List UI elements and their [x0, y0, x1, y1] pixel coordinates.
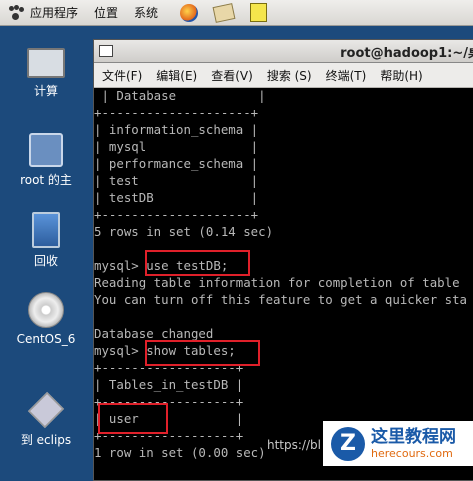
desktop-icon-home[interactable]: root 的主 [0, 133, 92, 188]
terminal-line: | testDB | [94, 190, 259, 205]
menu-edit[interactable]: 编辑(E) [156, 67, 197, 84]
terminal-line: +--------------------+ [94, 207, 259, 222]
menu-search[interactable]: 搜索 (S) [267, 67, 312, 84]
site-logo-icon: Z [331, 426, 365, 461]
window-icon[interactable] [99, 45, 113, 57]
menu-file[interactable]: 文件(F) [102, 67, 142, 84]
panel-menu-places[interactable]: 位置 [94, 4, 118, 21]
watermark-url: https://bl [267, 438, 321, 452]
eclipse-icon [27, 391, 65, 429]
window-titlebar[interactable]: root@hadoop1:~/桌面 [94, 40, 473, 63]
window-title: root@hadoop1:~/桌面 [340, 45, 473, 61]
site-badge: Z 这里教程网 herecours.com [323, 421, 473, 466]
desktop-icon-label: 到 eclips [20, 433, 72, 447]
desktop-icon-centos-disc[interactable]: CentOS_6 [0, 292, 92, 346]
highlight-user-table [98, 403, 168, 434]
terminal-line: | Database | [94, 88, 266, 103]
desktop-icon-trash[interactable]: 回收 [0, 212, 92, 269]
menu-terminal[interactable]: 终端(T) [326, 67, 367, 84]
terminal-line: | mysql | [94, 139, 259, 154]
desktop-icon-label: root 的主 [20, 173, 72, 187]
notes-icon[interactable] [250, 3, 268, 22]
terminal-line: Reading table information for completion… [94, 275, 460, 290]
desktop-icon-label: 计算 [33, 84, 58, 98]
firefox-icon[interactable] [180, 3, 199, 22]
home-folder-icon [29, 133, 63, 167]
mail-icon[interactable] [212, 2, 236, 23]
menu-help[interactable]: 帮助(H) [380, 67, 422, 84]
menu-view[interactable]: 查看(V) [211, 67, 253, 84]
site-domain: herecours.com [371, 446, 453, 460]
terminal-menubar: 文件(F) 编辑(E) 查看(V) 搜索 (S) 终端(T) 帮助(H) [94, 63, 473, 88]
top-panel: 应用程序 位置 系统 [0, 0, 473, 26]
panel-menu-system[interactable]: 系统 [134, 4, 158, 21]
desktop-icon-label: 回收 [33, 254, 58, 268]
terminal-line: | information_schema | [94, 122, 259, 137]
highlight-use-command [145, 250, 250, 276]
terminal-line: +--------------------+ [94, 105, 259, 120]
site-name: 这里教程网 [371, 426, 456, 447]
desktop-icon-label: CentOS_6 [16, 332, 76, 346]
trash-icon [32, 212, 60, 248]
terminal-line: | Tables_in_testDB | [94, 377, 244, 392]
gnome-foot-icon[interactable] [8, 4, 24, 21]
panel-menu-applications[interactable]: 应用程序 [30, 4, 78, 21]
terminal-line: | performance_schema | [94, 156, 259, 171]
terminal-line: You can turn off this feature to get a q… [94, 292, 467, 307]
desktop-icon-eclipse[interactable]: 到 eclips [0, 391, 92, 448]
desktop-icon-computer[interactable]: 计算 [0, 48, 92, 99]
terminal-line: 5 rows in set (0.14 sec) [94, 224, 274, 239]
terminal-line: | test | [94, 173, 259, 188]
computer-icon [27, 48, 65, 78]
disc-icon [28, 292, 64, 328]
highlight-show-tables-command [145, 340, 260, 366]
